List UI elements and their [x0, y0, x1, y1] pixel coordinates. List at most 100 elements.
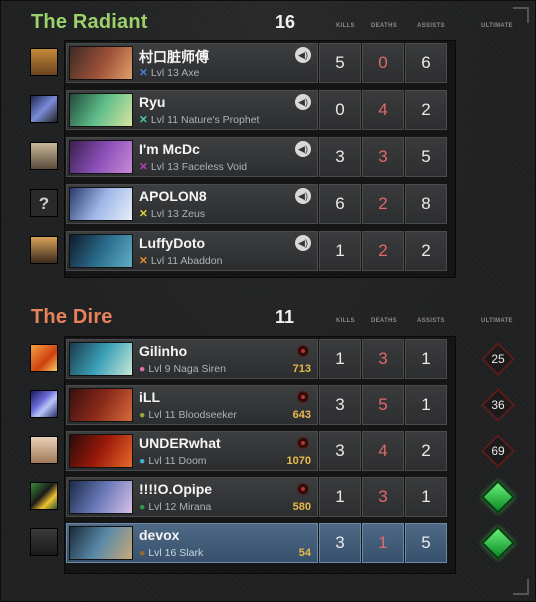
hero-portrait: [69, 187, 133, 221]
dire-player-row[interactable]: Gilinho ● Lvl 9 Naga Siren 713 1 3 1 25: [1, 337, 536, 381]
dire-team-name: The Dire: [31, 306, 113, 328]
speaker-icon[interactable]: ◀): [295, 188, 311, 204]
record-indicator-icon: [297, 437, 309, 449]
hero-portrait: [69, 342, 133, 376]
dire-player-row[interactable]: !!!!O.Opipe ● Lvl 12 Mirana 580 1 3 1: [1, 475, 536, 519]
hero-info: ● Lvl 9 Naga Siren: [139, 363, 226, 375]
hero-info: ✕ Lvl 11 Abaddon: [139, 255, 222, 267]
hero-name: Axe: [181, 67, 200, 79]
player-name: APOLON8: [139, 188, 207, 204]
hero-portrait: [69, 234, 133, 268]
kills-value: 3: [319, 431, 361, 471]
hero-level: Lvl 11: [150, 114, 179, 126]
hero-attribute-icon: ✕: [139, 161, 148, 173]
hero-name: Doom: [178, 455, 207, 467]
player-avatar[interactable]: [30, 236, 58, 264]
hero-attribute-icon: ✕: [139, 255, 148, 267]
speaker-icon[interactable]: ◀): [295, 94, 311, 110]
player-avatar[interactable]: [30, 95, 58, 123]
player-avatar[interactable]: [30, 344, 58, 372]
deaths-value: 4: [362, 431, 404, 471]
assists-column-header: ASSISTS: [417, 318, 445, 324]
player-name: 村口脏师傅: [139, 49, 209, 65]
ultimate-ready-gem-icon: [481, 526, 515, 560]
deaths-value: 5: [362, 385, 404, 425]
player-card-selected[interactable]: devox ● Lvl 16 Slark 54: [66, 523, 318, 563]
player-avatar[interactable]: ?: [30, 189, 58, 217]
player-card[interactable]: !!!!O.Opipe ● Lvl 12 Mirana 580: [66, 477, 318, 517]
player-avatar[interactable]: [30, 528, 58, 556]
player-card[interactable]: I'm McDc ✕ Lvl 13 Faceless Void ◀): [66, 137, 318, 177]
radiant-player-row[interactable]: 村口脏师傅 ✕ Lvl 13 Axe ◀) 5 0 6: [1, 41, 536, 85]
ultimate-cooldown: 69: [491, 444, 505, 458]
player-avatar[interactable]: [30, 436, 58, 464]
hero-level: Lvl 13: [150, 67, 179, 79]
dire-player-row[interactable]: iLL ● Lvl 11 Bloodseeker 643 3 5 1 36: [1, 383, 536, 427]
assists-value: 6: [405, 43, 447, 83]
hero-level: Lvl 12: [148, 501, 177, 513]
kills-value: 1: [319, 477, 361, 517]
player-card[interactable]: UNDERwhat ● Lvl 11 Doom 1070: [66, 431, 318, 471]
speaker-icon[interactable]: ◀): [295, 47, 311, 63]
hero-name: Slark: [179, 547, 204, 559]
assists-value: 1: [405, 385, 447, 425]
hero-portrait: [69, 480, 133, 514]
player-avatar[interactable]: [30, 142, 58, 170]
speaker-icon[interactable]: ◀): [295, 235, 311, 251]
player-name: UNDERwhat: [139, 435, 221, 451]
player-card[interactable]: iLL ● Lvl 11 Bloodseeker 643: [66, 385, 318, 425]
kills-value: 3: [319, 137, 361, 177]
player-card[interactable]: LuffyDoto ✕ Lvl 11 Abaddon ◀): [66, 231, 318, 271]
dire-header: The Dire 11 KILLS DEATHS ASSISTS ULTIMAT…: [1, 302, 536, 332]
deaths-value: 3: [362, 477, 404, 517]
player-card[interactable]: Ryu ✕ Lvl 11 Nature's Prophet ◀): [66, 90, 318, 130]
assists-value: 8: [405, 184, 447, 224]
kills-column-header: KILLS: [336, 23, 355, 29]
hero-attribute-icon: ●: [139, 363, 146, 375]
gold-amount: 713: [292, 363, 311, 375]
dire-score: 11: [275, 307, 295, 327]
hero-attribute-icon: ●: [139, 409, 146, 421]
ultimate-column-header: ULTIMATE: [481, 23, 513, 29]
assists-value: 5: [405, 523, 447, 563]
player-card[interactable]: Gilinho ● Lvl 9 Naga Siren 713: [66, 339, 318, 379]
hero-info: ● Lvl 11 Bloodseeker: [139, 409, 237, 421]
assists-value: 1: [405, 339, 447, 379]
player-name: I'm McDc: [139, 141, 200, 157]
hero-info: ✕ Lvl 11 Nature's Prophet: [139, 114, 259, 126]
hero-attribute-icon: ●: [139, 455, 146, 467]
scoreboard-panel: The Radiant 16 KILLS DEATHS ASSISTS ULTI…: [0, 0, 536, 602]
player-card[interactable]: 村口脏师傅 ✕ Lvl 13 Axe ◀): [66, 43, 318, 83]
kills-value: 1: [319, 339, 361, 379]
hero-level: Lvl 16: [148, 547, 177, 559]
hero-name: Mirana: [179, 501, 212, 513]
player-name: Gilinho: [139, 343, 188, 359]
player-avatar[interactable]: [30, 482, 58, 510]
assists-column-header: ASSISTS: [417, 23, 445, 29]
dire-player-row-selected[interactable]: devox ● Lvl 16 Slark 54 3 1 5: [1, 521, 536, 565]
panel-corner-decoration: [513, 579, 529, 595]
deaths-value: 2: [362, 184, 404, 224]
ultimate-column-header: ULTIMATE: [481, 318, 513, 324]
hero-portrait: [69, 526, 133, 560]
gold-amount: 580: [292, 501, 311, 513]
player-avatar[interactable]: [30, 390, 58, 418]
speaker-icon[interactable]: ◀): [295, 141, 311, 157]
player-name: devox: [139, 527, 180, 543]
player-card[interactable]: APOLON8 ✕ Lvl 13 Zeus ◀): [66, 184, 318, 224]
hero-info: ✕ Lvl 13 Axe: [139, 67, 199, 79]
dire-player-row[interactable]: UNDERwhat ● Lvl 11 Doom 1070 3 4 2 69: [1, 429, 536, 473]
radiant-player-row[interactable]: Ryu ✕ Lvl 11 Nature's Prophet ◀) 0 4 2: [1, 88, 536, 132]
assists-value: 2: [405, 231, 447, 271]
player-avatar[interactable]: [30, 48, 58, 76]
ultimate-cooldown: 36: [491, 398, 505, 412]
radiant-player-row[interactable]: LuffyDoto ✕ Lvl 11 Abaddon ◀) 1 2 2: [1, 229, 536, 273]
ultimate-cooldown: 25: [491, 352, 505, 366]
hero-portrait: [69, 93, 133, 127]
ultimate-cooldown-indicator: 36: [481, 388, 515, 422]
hero-level: Lvl 11: [148, 409, 176, 421]
kills-value: 3: [319, 385, 361, 425]
radiant-player-row[interactable]: ? APOLON8 ✕ Lvl 13 Zeus ◀) 6 2 8: [1, 182, 536, 226]
radiant-player-row[interactable]: I'm McDc ✕ Lvl 13 Faceless Void ◀) 3 3 5: [1, 135, 536, 179]
hero-attribute-icon: ✕: [139, 208, 148, 220]
